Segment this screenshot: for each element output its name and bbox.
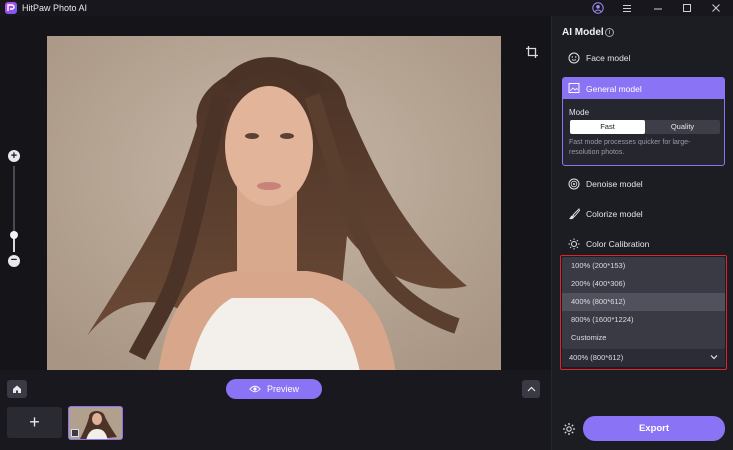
general-model-label: General model — [586, 83, 642, 94]
scale-option[interactable]: 100% (200*153) — [562, 257, 725, 275]
denoise-model-option[interactable]: Denoise model — [562, 173, 725, 195]
scale-selected-value: 400% (800*612) — [569, 353, 624, 362]
preview-label: Preview — [266, 384, 299, 394]
panel-title: AI Model — [562, 27, 604, 38]
mode-quality-option[interactable]: Quality — [645, 120, 720, 134]
add-image-button[interactable]: + — [7, 407, 62, 438]
colorize-model-option[interactable]: Colorize model — [562, 203, 725, 225]
denoise-icon — [567, 178, 580, 191]
image-icon — [568, 82, 580, 96]
colorize-model-label: Colorize model — [586, 209, 643, 219]
info-icon[interactable]: i — [605, 28, 614, 37]
canvas-area: + − — [0, 16, 551, 382]
mode-fast-option[interactable]: Fast — [570, 120, 645, 134]
sun-icon — [567, 238, 580, 251]
zoom-slider-track[interactable] — [13, 166, 15, 252]
zoom-in-button[interactable]: + — [8, 150, 20, 162]
crop-icon[interactable] — [525, 45, 543, 63]
image-thumbnail[interactable] — [68, 406, 123, 440]
scale-option[interactable]: 800% (1600*1224) — [562, 311, 725, 329]
menu-icon[interactable] — [619, 1, 635, 15]
app-logo-icon — [5, 2, 17, 14]
brush-icon — [567, 208, 580, 221]
zoom-slider-handle[interactable] — [10, 230, 18, 239]
home-icon — [13, 385, 21, 393]
face-model-option[interactable]: Face model — [562, 47, 725, 69]
scale-option-customize[interactable]: Customize — [562, 329, 725, 347]
user-icon[interactable] — [590, 1, 606, 15]
thumbnail-badge-icon — [71, 429, 79, 437]
minimize-icon[interactable] — [650, 1, 666, 15]
preview-button[interactable]: Preview — [226, 379, 322, 399]
gear-icon[interactable] — [562, 422, 576, 436]
mode-toggle[interactable]: Fast Quality — [570, 120, 720, 134]
color-calibration-label: Color Calibration — [586, 239, 650, 249]
bottom-bar: Preview + — [0, 370, 551, 450]
mode-label: Mode — [569, 108, 590, 117]
title-bar: HitPaw Photo AI — [0, 0, 733, 16]
face-model-label: Face model — [586, 53, 631, 63]
face-icon — [567, 52, 580, 65]
general-model-card[interactable]: General model Mode Fast Quality Fast mod… — [562, 77, 725, 166]
collapse-button[interactable] — [522, 380, 540, 398]
mode-description: Fast mode processes quicker for large-re… — [569, 139, 691, 156]
app-title: HitPaw Photo AI — [22, 3, 88, 13]
eye-icon — [249, 385, 261, 393]
chevron-up-icon — [527, 386, 535, 392]
chevron-down-icon — [710, 355, 718, 360]
ai-model-panel: AI Model i Face model General model Mode… — [551, 16, 733, 450]
scale-option[interactable]: 200% (400*306) — [562, 275, 725, 293]
portrait-photo — [47, 36, 501, 382]
general-model-option[interactable]: General model — [563, 78, 724, 99]
denoise-model-label: Denoise model — [586, 179, 643, 189]
scale-select[interactable]: 400% (800*612) — [562, 349, 725, 367]
home-button[interactable] — [7, 380, 27, 398]
scale-option-highlighted[interactable]: 400% (800*612) — [562, 293, 725, 311]
export-button[interactable]: Export — [583, 416, 725, 441]
color-calibration-option[interactable]: Color Calibration — [562, 233, 725, 255]
maximize-icon[interactable] — [679, 1, 695, 15]
zoom-out-button[interactable]: − — [8, 255, 20, 267]
scale-dropdown-list: 100% (200*153) 200% (400*306) 400% (800*… — [562, 257, 725, 349]
close-icon[interactable] — [708, 1, 724, 15]
